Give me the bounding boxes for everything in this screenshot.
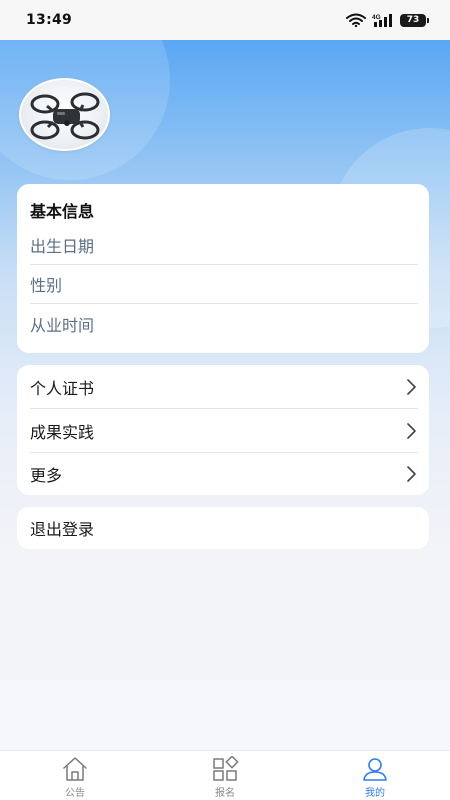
bottom-tab-bar: 公告 报名 我的 bbox=[0, 750, 450, 800]
tab-profile[interactable]: 我的 bbox=[330, 751, 420, 800]
tab-label: 报名 bbox=[215, 788, 235, 799]
chevron-right-icon bbox=[407, 422, 416, 439]
page-lower-band bbox=[0, 680, 450, 750]
home-icon bbox=[63, 757, 87, 781]
menu-item-achievements[interactable]: 成果实践 bbox=[30, 409, 418, 453]
menu-item-label: 个人证书 bbox=[30, 378, 95, 398]
wifi-icon bbox=[346, 13, 366, 27]
info-row-gender: 性别 bbox=[30, 265, 418, 304]
status-indicators: 4G 73 bbox=[346, 13, 429, 27]
chevron-right-icon bbox=[407, 378, 416, 395]
status-bar: 13:49 4G 73 bbox=[0, 0, 450, 40]
info-row-work-years: 从业时间 bbox=[30, 315, 95, 335]
avatar[interactable] bbox=[19, 78, 110, 151]
user-icon bbox=[363, 758, 387, 781]
basic-info-title: 基本信息 bbox=[30, 202, 95, 221]
battery-level: 73 bbox=[406, 15, 420, 25]
tab-label: 公告 bbox=[65, 788, 85, 799]
chevron-right-icon bbox=[407, 466, 416, 482]
status-time: 13:49 bbox=[26, 12, 73, 28]
battery-indicator: 73 bbox=[400, 13, 429, 27]
grid-icon bbox=[213, 756, 239, 781]
tab-registration[interactable]: 报名 bbox=[180, 751, 270, 800]
menu-card: 个人证书 成果实践 更多 bbox=[17, 365, 429, 495]
network-type: 4G bbox=[372, 14, 381, 21]
basic-info-card: 基本信息 出生日期 性别 从业时间 bbox=[17, 184, 429, 353]
signal-icon: 4G bbox=[372, 14, 392, 27]
menu-item-label: 成果实践 bbox=[30, 422, 95, 442]
tab-label: 我的 bbox=[365, 788, 385, 799]
menu-item-label: 更多 bbox=[30, 466, 63, 485]
menu-item-certificates[interactable]: 个人证书 bbox=[30, 365, 418, 409]
logout-card: 退出登录 bbox=[17, 507, 429, 549]
tab-announcements[interactable]: 公告 bbox=[30, 751, 120, 800]
menu-item-more[interactable]: 更多 bbox=[30, 453, 418, 495]
info-row-birthdate: 出生日期 bbox=[30, 226, 418, 265]
logout-button[interactable]: 退出登录 bbox=[30, 507, 94, 549]
